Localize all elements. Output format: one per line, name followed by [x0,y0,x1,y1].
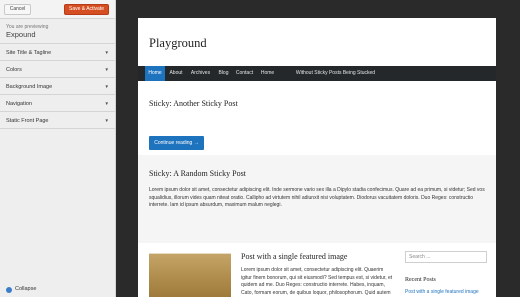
section-label: Static Front Page [6,118,49,124]
post-excerpt: Lorem ipsum dolor sit amet, consectetur … [241,267,393,297]
excerpt-line: igitur finem bonorum, qui sit eiusmodi? … [241,274,393,281]
excerpt-line: Lorem ipsum dolor sit amet, consectetur … [149,187,485,193]
excerpt-line: interrete. Iam id ipsum absurdum, maximu… [149,202,282,208]
section-label: Colors [6,67,22,73]
expand-arrow-icon: ▼ [104,50,109,55]
cancel-button[interactable]: Cancel [4,4,31,15]
excerpt-line: quidem ad me. Duo Reges: constructio int… [241,282,385,288]
nav-item-archives[interactable]: Archives [187,66,214,81]
nav-item-without-sticky[interactable]: Without Sticky Posts Being Stucked [279,66,392,81]
nav-item-home[interactable]: Home [145,66,165,81]
section-background-image[interactable]: Background Image ▼ [0,79,115,95]
nav-item-about[interactable]: About [166,66,186,81]
expand-arrow-icon: ▼ [104,67,109,72]
customizer-sidebar: Cancel Save & Activate You are previewin… [0,0,116,297]
excerpt-line: Cato, formam eorum, de quibus loquor, ph… [241,289,391,296]
excerpt-line: squalidius, illorum vides quam niteat or… [149,194,474,201]
recent-posts-title: Recent Posts [405,277,436,283]
post-excerpt: Lorem ipsum dolor sit amet, consectetur … [149,187,489,210]
continue-reading-button[interactable]: Continue reading → [149,136,204,150]
preview-frame: Playground Home About Archives Blog Cont… [116,0,520,297]
post-title[interactable]: Post with a single featured image [241,252,347,261]
post-sticky-random: Sticky: A Random Sticky Post Lorem ipsum… [138,155,496,243]
site-title[interactable]: Playground [149,36,207,51]
customizer-header: Cancel Save & Activate [0,0,115,19]
expand-arrow-icon: ▼ [104,101,109,106]
post-title[interactable]: Sticky: A Random Sticky Post [149,169,246,178]
collapse-label: Collapse [15,286,37,292]
expand-arrow-icon: ▼ [104,118,109,123]
featured-image-thumbnail[interactable] [149,253,231,297]
excerpt-line: Lorem ipsum dolor sit amet, consectetur … [241,267,384,273]
expand-arrow-icon: ▼ [104,84,109,89]
post-featured-image: Post with a single featured image Lorem … [138,243,496,297]
section-label: Site Title & Tagline [6,50,52,56]
theme-info: You are previewing Expound [0,20,115,44]
section-navigation[interactable]: Navigation ▼ [0,96,115,112]
section-label: Background Image [6,84,53,90]
section-site-title-tagline[interactable]: Site Title & Tagline ▼ [0,45,115,61]
section-label: Navigation [6,101,32,107]
collapse-icon [6,286,12,293]
main-navigation: Home About Archives Blog Contact Home Wi… [138,66,496,81]
theme-name: Expound [6,30,36,39]
post-sticky-another: Sticky: Another Sticky Post Continue rea… [138,81,496,155]
nav-item-contact[interactable]: Contact [233,66,256,81]
save-activate-button[interactable]: Save & Activate [64,4,109,15]
recent-post-link[interactable]: Post with a single featured image [405,289,479,295]
nav-item-home-2[interactable]: Home [258,66,277,81]
nav-item-blog[interactable]: Blog [216,66,231,81]
section-colors[interactable]: Colors ▼ [0,62,115,78]
site-header: Playground [138,18,496,66]
site-page: Playground Home About Archives Blog Cont… [138,18,496,297]
collapse-button[interactable]: Collapse [6,286,36,294]
section-static-front-page[interactable]: Static Front Page ▼ [0,113,115,129]
post-title[interactable]: Sticky: Another Sticky Post [149,99,238,108]
search-input[interactable]: Search ... [405,251,487,263]
